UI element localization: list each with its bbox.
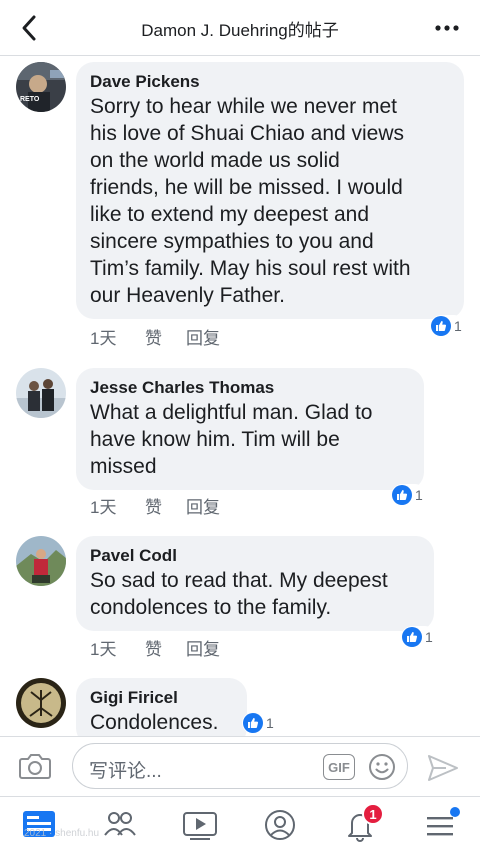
nav-friends[interactable] <box>100 807 140 843</box>
reaction-count[interactable]: 1 <box>430 315 465 337</box>
comment-text: So sad to read that. My deepest condolen… <box>90 567 420 621</box>
avatar[interactable] <box>16 678 66 728</box>
comment-line: condolences to the family. <box>90 596 332 619</box>
comment-bubble[interactable]: Jesse Charles Thomas What a delightful m… <box>76 368 424 490</box>
top-bar: Damon J. Duehring的帖子 <box>0 0 480 56</box>
send-button[interactable] <box>426 753 460 783</box>
send-icon <box>428 755 458 781</box>
comment-line: on the world made us solid <box>90 149 340 172</box>
comment-author[interactable]: Jesse Charles Thomas <box>90 377 410 399</box>
comment-actions: 1天 赞 回复 <box>90 324 220 349</box>
back-button[interactable] <box>14 12 46 44</box>
comment-line: Sorry to hear while we never met <box>90 95 397 118</box>
comment-timestamp: 1天 <box>90 498 117 517</box>
comment-author[interactable]: Gigi Firicel <box>90 687 233 709</box>
comment-text: What a delightful man. Glad to have know… <box>90 399 410 480</box>
avatar[interactable] <box>16 536 66 586</box>
comment-line: like to extend my deepest and <box>90 203 370 226</box>
like-button[interactable]: 赞 <box>145 324 186 349</box>
comment-line: his love of Shuai Chiao and views <box>90 122 405 145</box>
like-button[interactable]: 赞 <box>145 493 186 518</box>
comment-bubble[interactable]: Gigi Firicel Condolences. <box>76 678 247 736</box>
reply-button[interactable]: 回复 <box>186 324 220 349</box>
camera-button[interactable] <box>18 751 52 781</box>
nav-profile[interactable] <box>260 807 300 843</box>
comment-composer: 写评论... GIF <box>0 736 480 796</box>
reply-button[interactable]: 回复 <box>186 493 220 518</box>
bottom-nav: 1 <box>0 796 480 853</box>
comment-line: So sad to read that. My deepest <box>90 569 388 592</box>
more-options-button[interactable] <box>432 14 462 42</box>
like-reaction-icon <box>402 627 422 647</box>
like-reaction-icon <box>392 485 412 505</box>
comment-line: have know him. Tim will be <box>90 428 340 451</box>
comment-actions: 1天 赞 回复 <box>90 635 220 660</box>
like-reaction-icon <box>431 316 451 336</box>
reaction-count[interactable]: 1 <box>391 484 426 506</box>
comment-timestamp: 1天 <box>90 640 117 659</box>
menu-new-indicator <box>450 807 460 817</box>
comment-line: sincere sympathies to you and <box>90 230 374 253</box>
page-title: Damon J. Duehring的帖子 <box>141 21 339 40</box>
comment-list: RETO Dave Pickens Sorry to hear while we… <box>0 56 480 736</box>
more-dots-icon <box>435 25 459 31</box>
reaction-count[interactable]: 1 <box>242 712 277 734</box>
reaction-number: 1 <box>454 318 462 334</box>
avatar[interactable] <box>16 368 66 418</box>
profile-icon <box>265 810 295 840</box>
comment-input[interactable]: 写评论... GIF <box>72 743 408 789</box>
camera-icon <box>19 754 51 779</box>
chevron-left-icon <box>22 15 36 41</box>
gif-button[interactable]: GIF <box>323 754 355 780</box>
comment-line: What a delightful man. Glad to <box>90 401 373 424</box>
reaction-count[interactable]: 1 <box>401 626 436 648</box>
watermark: 2021 · shenfu.hu <box>24 828 100 839</box>
comment-timestamp: 1天 <box>90 329 117 348</box>
comment-actions: 1天 赞 回复 <box>90 493 220 518</box>
reaction-number: 1 <box>415 487 423 503</box>
comment-text: Sorry to hear while we never met his lov… <box>90 93 450 309</box>
watch-video-icon <box>183 812 217 840</box>
avatar[interactable]: RETO <box>16 62 66 112</box>
comment-line: Condolences. <box>90 711 219 734</box>
like-button[interactable]: 赞 <box>145 635 186 660</box>
comment-bubble[interactable]: Dave Pickens Sorry to hear while we neve… <box>76 62 464 319</box>
friends-icon <box>104 812 136 836</box>
comment-bubble[interactable]: Pavel Codl So sad to read that. My deepe… <box>76 536 434 631</box>
comment-line: our Heavenly Father. <box>90 284 285 307</box>
comment-author[interactable]: Dave Pickens <box>90 71 450 93</box>
reaction-number: 1 <box>425 629 433 645</box>
comment-author[interactable]: Pavel Codl <box>90 545 420 567</box>
notification-badge: 1 <box>362 803 384 825</box>
emoji-button[interactable] <box>367 752 397 782</box>
reaction-number: 1 <box>266 715 274 731</box>
comment-line: Tim’s family. May his soul rest with <box>90 257 411 280</box>
comment-line: friends, he will be missed. I would <box>90 176 403 199</box>
comment-input-placeholder: 写评论... <box>89 761 162 782</box>
avatar-caption: RETO <box>20 96 40 103</box>
like-reaction-icon <box>243 713 263 733</box>
comment-line: missed <box>90 455 157 478</box>
reply-button[interactable]: 回复 <box>186 635 220 660</box>
smiley-icon <box>369 754 395 780</box>
nav-watch[interactable] <box>180 807 220 843</box>
comment-text: Condolences. <box>90 709 233 736</box>
